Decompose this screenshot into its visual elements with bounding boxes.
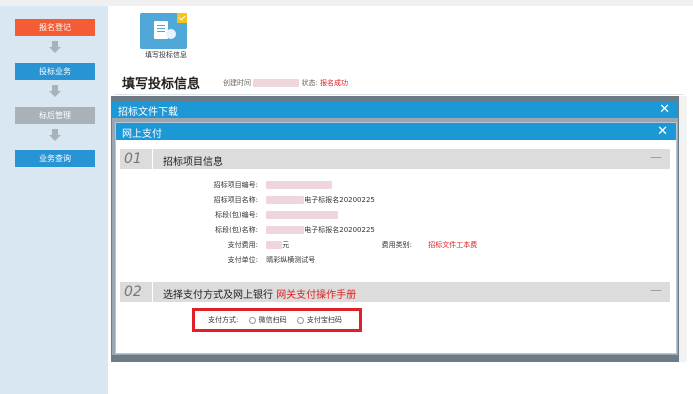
info-label: 标段(包)编号: xyxy=(215,211,258,219)
fill-bid-info-icon[interactable] xyxy=(140,13,187,49)
down-arrow-icon xyxy=(49,129,61,141)
down-arrow-icon xyxy=(49,41,61,53)
section-title: 招标项目信息 xyxy=(163,157,223,168)
section-divider xyxy=(152,149,153,169)
info-row: 招标项目名称: 电子标报名20200225 xyxy=(198,195,375,205)
page: 报名登记 投标业务 标后管理 业务查询 填写投标信息 填写投标信息 创建时间 状… xyxy=(0,0,693,394)
info-row: 支付费用: 元 xyxy=(198,240,289,250)
fee-type-value: 招标文件工本费 xyxy=(428,241,478,249)
info-label: 支付费用: xyxy=(227,241,258,249)
redacted-value xyxy=(266,196,305,204)
wechat-option-label[interactable]: 微信扫码 xyxy=(259,316,287,324)
sidebar-step-register[interactable]: 报名登记 xyxy=(15,19,95,36)
info-label: 标段(包)名称: xyxy=(215,226,258,234)
down-arrow-icon xyxy=(49,85,61,97)
payment-method-highlight: 支付方式: 微信扫码 支付宝扫码 xyxy=(192,308,362,332)
download-dialog-header: 招标文件下载 ✕ xyxy=(112,101,678,118)
redacted-value xyxy=(266,181,333,189)
redacted-time xyxy=(253,79,300,87)
status-label: 状态: xyxy=(301,79,318,87)
info-label: 费用类别: xyxy=(381,241,412,249)
section-title: 选择支付方式及网上银行 网关支付操作手册 xyxy=(163,286,356,301)
info-row: 招标项目编号: xyxy=(198,180,333,190)
payment-method-row: 支付方式: 微信扫码 支付宝扫码 xyxy=(208,315,342,325)
collapse-icon[interactable]: — xyxy=(650,150,662,164)
created-time-label: 创建时间 xyxy=(223,79,251,87)
payment-method-label: 支付方式: xyxy=(208,316,239,324)
info-row: 标段(包)名称: 电子标报名20200225 xyxy=(198,225,375,235)
info-value: 电子标报名20200225 xyxy=(304,226,375,234)
info-label: 招标项目名称: xyxy=(213,196,258,204)
divider xyxy=(114,94,684,95)
payment-dialog-title: 网上支付 xyxy=(122,129,162,140)
close-icon[interactable]: ✕ xyxy=(657,123,668,140)
manual-link[interactable]: 网关支付操作手册 xyxy=(276,290,356,301)
status-badge: 报名成功 xyxy=(320,79,349,87)
redacted-value xyxy=(266,211,339,219)
collapse-icon[interactable]: — xyxy=(650,283,662,297)
info-row: 支付单位: 晴彩纵横测试号 xyxy=(198,255,316,265)
wechat-radio[interactable] xyxy=(248,316,256,324)
download-dialog-title: 招标文件下载 xyxy=(118,107,178,118)
sidebar: 报名登记 投标业务 标后管理 业务查询 xyxy=(0,6,108,394)
section-title-text: 选择支付方式及网上银行 xyxy=(163,290,273,301)
info-label: 招标项目编号: xyxy=(213,181,258,189)
page-title: 填写投标信息 xyxy=(122,77,201,92)
alipay-option-label[interactable]: 支付宝扫码 xyxy=(307,316,342,324)
edit-icon xyxy=(166,29,176,39)
info-row: 费用类别: 招标文件工本费 xyxy=(372,240,478,250)
redacted-value xyxy=(266,226,305,234)
section-project-info: 01 招标项目信息 — xyxy=(120,149,670,169)
sidebar-step-bidding[interactable]: 投标业务 xyxy=(15,63,95,80)
section-divider xyxy=(152,282,153,302)
header-meta: 创建时间 状态: 报名成功 xyxy=(223,78,348,88)
payment-dialog-header: 网上支付 ✕ xyxy=(116,123,676,140)
section-payment-method: 02 选择支付方式及网上银行 网关支付操作手册 — xyxy=(120,282,670,302)
check-badge-icon xyxy=(177,13,187,23)
info-value: 电子标报名20200225 xyxy=(304,196,375,204)
fill-bid-info-label[interactable]: 填写投标信息 xyxy=(136,50,196,60)
sidebar-step-post-bid[interactable]: 标后管理 xyxy=(15,107,95,124)
info-label: 支付单位: xyxy=(227,256,258,264)
alipay-radio[interactable] xyxy=(296,316,304,324)
scrollbar[interactable] xyxy=(679,96,687,362)
close-icon[interactable]: ✕ xyxy=(659,101,670,118)
info-value: 元 xyxy=(282,241,290,249)
info-row: 标段(包)编号: xyxy=(198,210,339,220)
section-number: 02 xyxy=(124,284,142,300)
info-value: 晴彩纵横测试号 xyxy=(266,256,316,264)
redacted-value xyxy=(266,241,283,249)
section-number: 01 xyxy=(124,151,142,167)
sidebar-step-query[interactable]: 业务查询 xyxy=(15,150,95,167)
